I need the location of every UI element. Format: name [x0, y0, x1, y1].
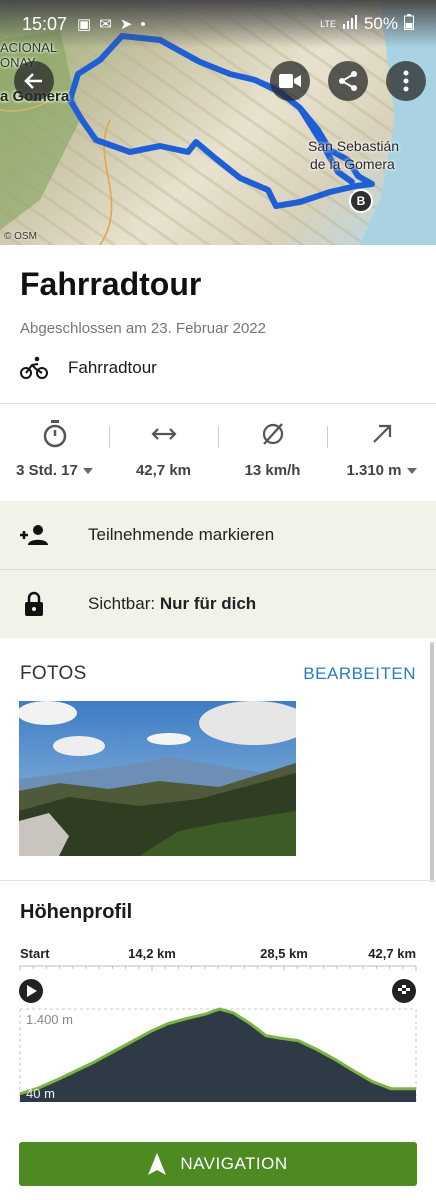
share-button[interactable] — [328, 61, 368, 101]
tour-stats: 3 Std. 17 42,7 km 13 km/h 1.310 m — [0, 420, 436, 488]
video-camera-icon — [279, 74, 301, 88]
min-elevation-label: 40 m — [26, 1086, 55, 1101]
landscape-photo — [19, 701, 296, 856]
stat-duration-value: 3 Std. 17 — [16, 462, 78, 479]
tour-title[interactable]: Fahrradtour — [20, 266, 201, 303]
navigation-arrow-icon — [148, 1153, 167, 1175]
visibility-row[interactable]: Sichtbar: Nur für dich — [0, 570, 436, 638]
edit-photos-button[interactable]: BEARBEITEN — [303, 664, 416, 684]
start-flag-icon — [19, 979, 43, 1003]
signal-icon — [342, 14, 358, 34]
completed-date: Abgeschlossen am 23. Februar 2022 — [20, 320, 266, 337]
map-label-san-sebastian: San Sebastián — [308, 138, 400, 154]
route-map[interactable]: ACIONAL ONAY a Gomera San Sebastián de l… — [0, 0, 436, 245]
navigation-label: NAVIGATION — [180, 1154, 288, 1173]
more-options-button[interactable] — [386, 61, 426, 101]
back-arrow-icon — [24, 73, 42, 89]
battery-icon — [404, 13, 414, 35]
map-attribution[interactable]: © OSM — [4, 231, 37, 242]
dot-icon: • — [140, 15, 146, 33]
elevation-area — [20, 1009, 416, 1102]
stat-distance: 42,7 km — [109, 420, 218, 488]
share-icon — [339, 71, 357, 91]
add-person-icon — [20, 525, 48, 545]
back-button[interactable] — [14, 61, 54, 101]
elevation-chart[interactable]: Start 14,2 km 28,5 km 42,7 km 1.400 m 40 m — [0, 940, 436, 1110]
navigation-arrow-icon: ➤ — [119, 16, 133, 33]
elevation-up-icon — [372, 424, 391, 443]
visibility-label: Sichtbar: — [88, 594, 156, 613]
map-label-de-la-gomera: de la Gomera — [310, 156, 395, 172]
scrollbar[interactable] — [430, 642, 434, 882]
elevation-title: Höhenprofil — [20, 901, 133, 923]
tour-photo[interactable] — [19, 701, 296, 856]
photos-heading: FOTOS — [20, 663, 87, 684]
finish-flag-icon — [392, 979, 416, 1003]
distance-tick-label: 28,5 km — [260, 946, 308, 961]
more-vertical-icon — [403, 70, 409, 92]
mark-participants-label: Teilnehmende markieren — [88, 525, 275, 544]
status-bar: 15:07 ▣ ✉ ➤ • LTE 50% — [0, 0, 436, 48]
stat-speed-value: 13 km/h — [244, 462, 301, 479]
distance-tick-label: 14,2 km — [128, 946, 176, 961]
lock-icon — [25, 591, 43, 616]
mark-participants-row[interactable]: Teilnehmende markieren — [0, 501, 436, 569]
gallery-icon: ▣ — [77, 16, 92, 33]
chevron-down-icon — [406, 467, 417, 474]
distance-tick-label: 42,7 km — [368, 946, 416, 961]
status-time: 15:07 — [22, 13, 68, 34]
average-speed-icon — [262, 423, 283, 445]
navigation-bar: NAVIGATION — [0, 1128, 436, 1200]
stat-elevation[interactable]: 1.310 m — [327, 420, 436, 488]
divider — [0, 880, 436, 881]
max-elevation-label: 1.400 m — [26, 1012, 73, 1027]
stat-distance-value: 42,7 km — [135, 462, 192, 479]
battery-percent: 50% — [363, 14, 398, 33]
stat-speed: 13 km/h — [218, 420, 327, 488]
notification-icons: ▣ ✉ ➤ • — [77, 15, 146, 34]
navigation-button[interactable]: NAVIGATION — [19, 1142, 417, 1186]
end-marker[interactable]: B — [349, 189, 373, 213]
sport-type-row[interactable]: Fahrradtour — [20, 356, 157, 380]
divider — [0, 403, 436, 404]
stat-elevation-value: 1.310 m — [346, 462, 402, 479]
video-button[interactable] — [270, 61, 310, 101]
distance-tick-label: Start — [20, 946, 50, 961]
bicycle-icon — [20, 356, 48, 379]
sport-type-label: Fahrradtour — [68, 358, 157, 377]
distance-icon — [150, 428, 177, 440]
visibility-value: Nur für dich — [159, 594, 257, 613]
network-type: LTE — [320, 18, 336, 29]
stopwatch-icon — [43, 420, 66, 448]
stat-duration[interactable]: 3 Std. 17 — [0, 420, 109, 488]
chevron-down-icon — [82, 467, 93, 474]
mail-icon: ✉ — [99, 16, 112, 33]
